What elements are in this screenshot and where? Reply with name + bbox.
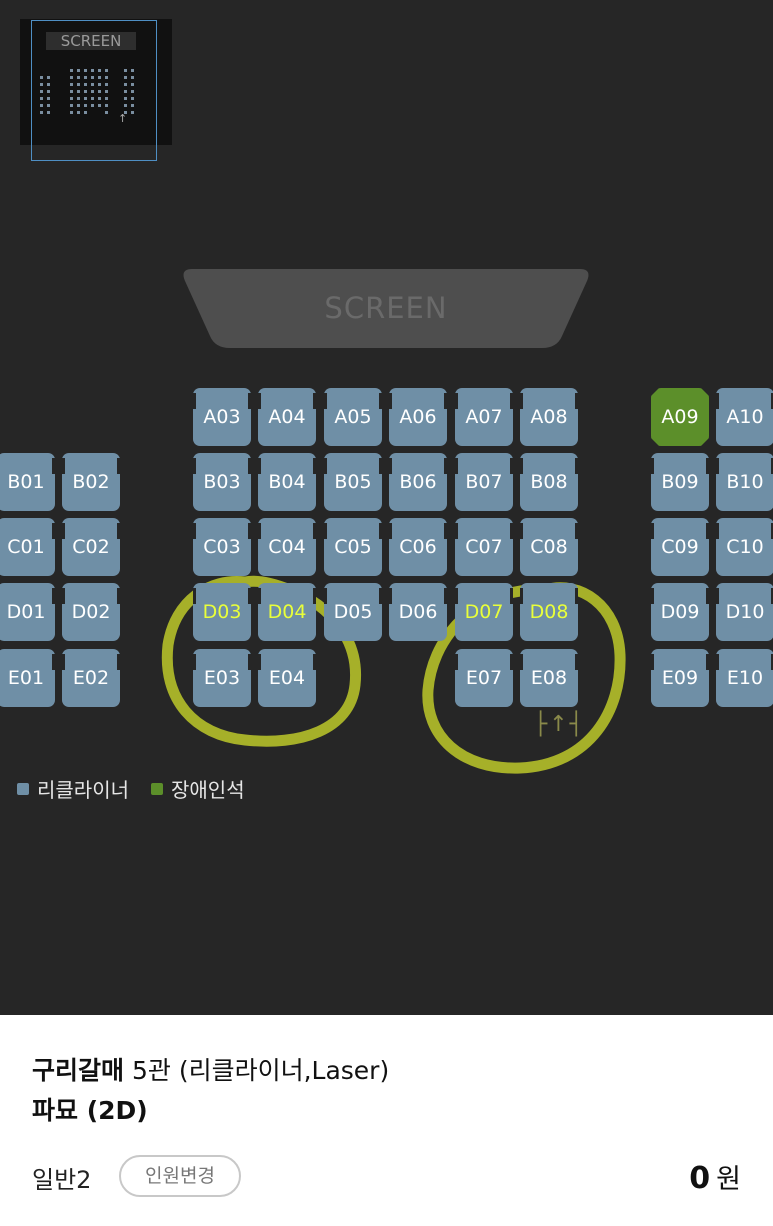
seat-b02[interactable]: B02 <box>62 453 120 511</box>
screen-label: SCREEN <box>324 291 448 325</box>
seat-minimap[interactable]: SCREEN ↑ <box>20 19 172 161</box>
seat-e02[interactable]: E02 <box>62 649 120 707</box>
seat-c01[interactable]: C01 <box>0 518 55 576</box>
minimap-viewport-frame[interactable] <box>31 20 157 161</box>
seat-legend: 리클라이너 장애인석 <box>17 774 267 803</box>
legend-recliner: 리클라이너 <box>17 774 129 803</box>
seat-d03[interactable]: D03 <box>193 583 251 641</box>
person-type: 일반2 <box>32 1166 92 1194</box>
seat-d08[interactable]: D08 <box>520 583 578 641</box>
seat-b05[interactable]: B05 <box>324 453 382 511</box>
seat-d09[interactable]: D09 <box>651 583 709 641</box>
legend-recliner-swatch <box>17 782 29 795</box>
seat-d06[interactable]: D06 <box>389 583 447 641</box>
change-people-button[interactable]: 인원변경 <box>119 1155 241 1197</box>
seat-d07[interactable]: D07 <box>455 583 513 641</box>
price-unit: 원 <box>716 1164 741 1195</box>
seat-c06[interactable]: C06 <box>389 518 447 576</box>
seat-e03[interactable]: E03 <box>193 649 251 707</box>
seat-e10[interactable]: E10 <box>716 649 773 707</box>
movie-title: 파묘 (2D) <box>32 1096 148 1125</box>
seat-a06[interactable]: A06 <box>389 388 447 446</box>
seat-a09-accessible[interactable]: A09 <box>651 388 709 446</box>
seat-c05[interactable]: C05 <box>324 518 382 576</box>
seat-e07[interactable]: E07 <box>455 649 513 707</box>
seat-a04[interactable]: A04 <box>258 388 316 446</box>
seat-b07[interactable]: B07 <box>455 453 513 511</box>
seat-d10[interactable]: D10 <box>716 583 773 641</box>
seat-b10[interactable]: B10 <box>716 453 773 511</box>
seat-c04[interactable]: C04 <box>258 518 316 576</box>
legend-accessible-label: 장애인석 <box>171 778 245 802</box>
theater-info: 구리갈매 5관 (리클라이너,Laser) <box>32 1051 389 1087</box>
theater-name: 구리갈매 <box>32 1056 125 1085</box>
seat-b04[interactable]: B04 <box>258 453 316 511</box>
seat-a08[interactable]: A08 <box>520 388 578 446</box>
seat-d05[interactable]: D05 <box>324 583 382 641</box>
seat-a03[interactable]: A03 <box>193 388 251 446</box>
seat-b09[interactable]: B09 <box>651 453 709 511</box>
seat-b08[interactable]: B08 <box>520 453 578 511</box>
seat-e08[interactable]: E08 <box>520 649 578 707</box>
theater-detail: 5관 (리클라이너,Laser) <box>124 1056 390 1085</box>
exit-arrow-icon: ├↑┤ <box>534 712 585 737</box>
seat-c09[interactable]: C09 <box>651 518 709 576</box>
screen-indicator: SCREEN <box>182 269 590 348</box>
seat-c02[interactable]: C02 <box>62 518 120 576</box>
total-price: 0원 <box>689 1157 741 1196</box>
seat-e01[interactable]: E01 <box>0 649 55 707</box>
legend-accessible-swatch <box>151 782 163 795</box>
seat-a05[interactable]: A05 <box>324 388 382 446</box>
seat-d02[interactable]: D02 <box>62 583 120 641</box>
seat-a07[interactable]: A07 <box>455 388 513 446</box>
seat-a10[interactable]: A10 <box>716 388 773 446</box>
price-value: 0 <box>689 1161 711 1196</box>
seat-c10[interactable]: C10 <box>716 518 773 576</box>
seat-b06[interactable]: B06 <box>389 453 447 511</box>
legend-accessible: 장애인석 <box>151 774 245 803</box>
seat-c03[interactable]: C03 <box>193 518 251 576</box>
seat-d01[interactable]: D01 <box>0 583 55 641</box>
seat-b03[interactable]: B03 <box>193 453 251 511</box>
seat-c08[interactable]: C08 <box>520 518 578 576</box>
seat-c07[interactable]: C07 <box>455 518 513 576</box>
seat-b01[interactable]: B01 <box>0 453 55 511</box>
seat-d04[interactable]: D04 <box>258 583 316 641</box>
booking-summary-panel: 구리갈매 5관 (리클라이너,Laser) 파묘 (2D) 일반2 인원변경 0… <box>0 1015 773 1226</box>
seat-e09[interactable]: E09 <box>651 649 709 707</box>
seat-e04[interactable]: E04 <box>258 649 316 707</box>
legend-recliner-label: 리클라이너 <box>37 778 129 802</box>
